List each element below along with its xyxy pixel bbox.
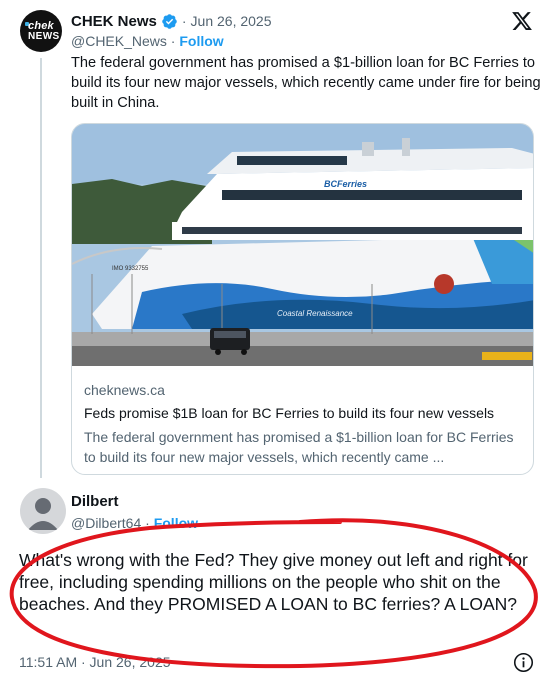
link-preview-card[interactable]: BCFerries IMO 9332755 Coastal Renaissanc… bbox=[71, 123, 534, 475]
ship-hull-text: Coastal Renaissance bbox=[277, 309, 353, 318]
card-domain: cheknews.ca bbox=[84, 382, 165, 398]
reply-author-name[interactable]: Dilbert bbox=[71, 493, 119, 510]
reply-handle-line: @Dilbert64 · Follow bbox=[71, 515, 198, 531]
author-handle-line: @CHEK_News · Follow bbox=[71, 33, 224, 49]
default-avatar-silhouette bbox=[28, 498, 58, 530]
verified-badge-icon bbox=[162, 13, 177, 29]
author-display-name[interactable]: CHEK News bbox=[71, 13, 157, 30]
author-handle[interactable]: @CHEK_News bbox=[71, 33, 167, 49]
reply-text: What's wrong with the Fed? They give mon… bbox=[19, 550, 528, 614]
card-title[interactable]: Feds promise $1B loan for BC Ferries to … bbox=[84, 405, 494, 421]
avatar-text-bottom: NEWS bbox=[28, 31, 60, 42]
post-date[interactable]: Jun 26, 2025 bbox=[191, 13, 272, 29]
default-avatar-icon[interactable] bbox=[20, 488, 66, 534]
ship-imo-text: IMO 9332755 bbox=[112, 266, 149, 272]
reply-handle-separator: · bbox=[145, 515, 150, 531]
card-description: The federal government has promised a $1… bbox=[84, 429, 514, 465]
thread-connector-line bbox=[40, 58, 42, 478]
handle-separator: · bbox=[170, 33, 176, 49]
date-separator: · bbox=[181, 13, 187, 29]
follow-button[interactable]: Follow bbox=[179, 33, 223, 49]
reply-post: Dilbert @Dilbert64 · Follow What's wrong… bbox=[0, 480, 552, 685]
info-icon[interactable] bbox=[513, 652, 534, 673]
chek-news-avatar[interactable]: chek NEWS bbox=[20, 10, 62, 52]
post-text: The federal government has promised a $1… bbox=[71, 55, 541, 111]
ship-brand-text: BCFerries bbox=[324, 179, 367, 189]
post-header: CHEK News · Jun 26, 2025 bbox=[71, 10, 272, 32]
reply-author-handle[interactable]: @Dilbert64 bbox=[71, 515, 141, 531]
ferry-photo: BCFerries IMO 9332755 Coastal Renaissanc… bbox=[72, 124, 533, 366]
x-logo-icon[interactable] bbox=[511, 10, 533, 32]
reply-follow-button[interactable]: Follow bbox=[154, 515, 198, 531]
reply-timestamp[interactable]: 11:51 AM · Jun 26, 2025 bbox=[19, 654, 171, 670]
